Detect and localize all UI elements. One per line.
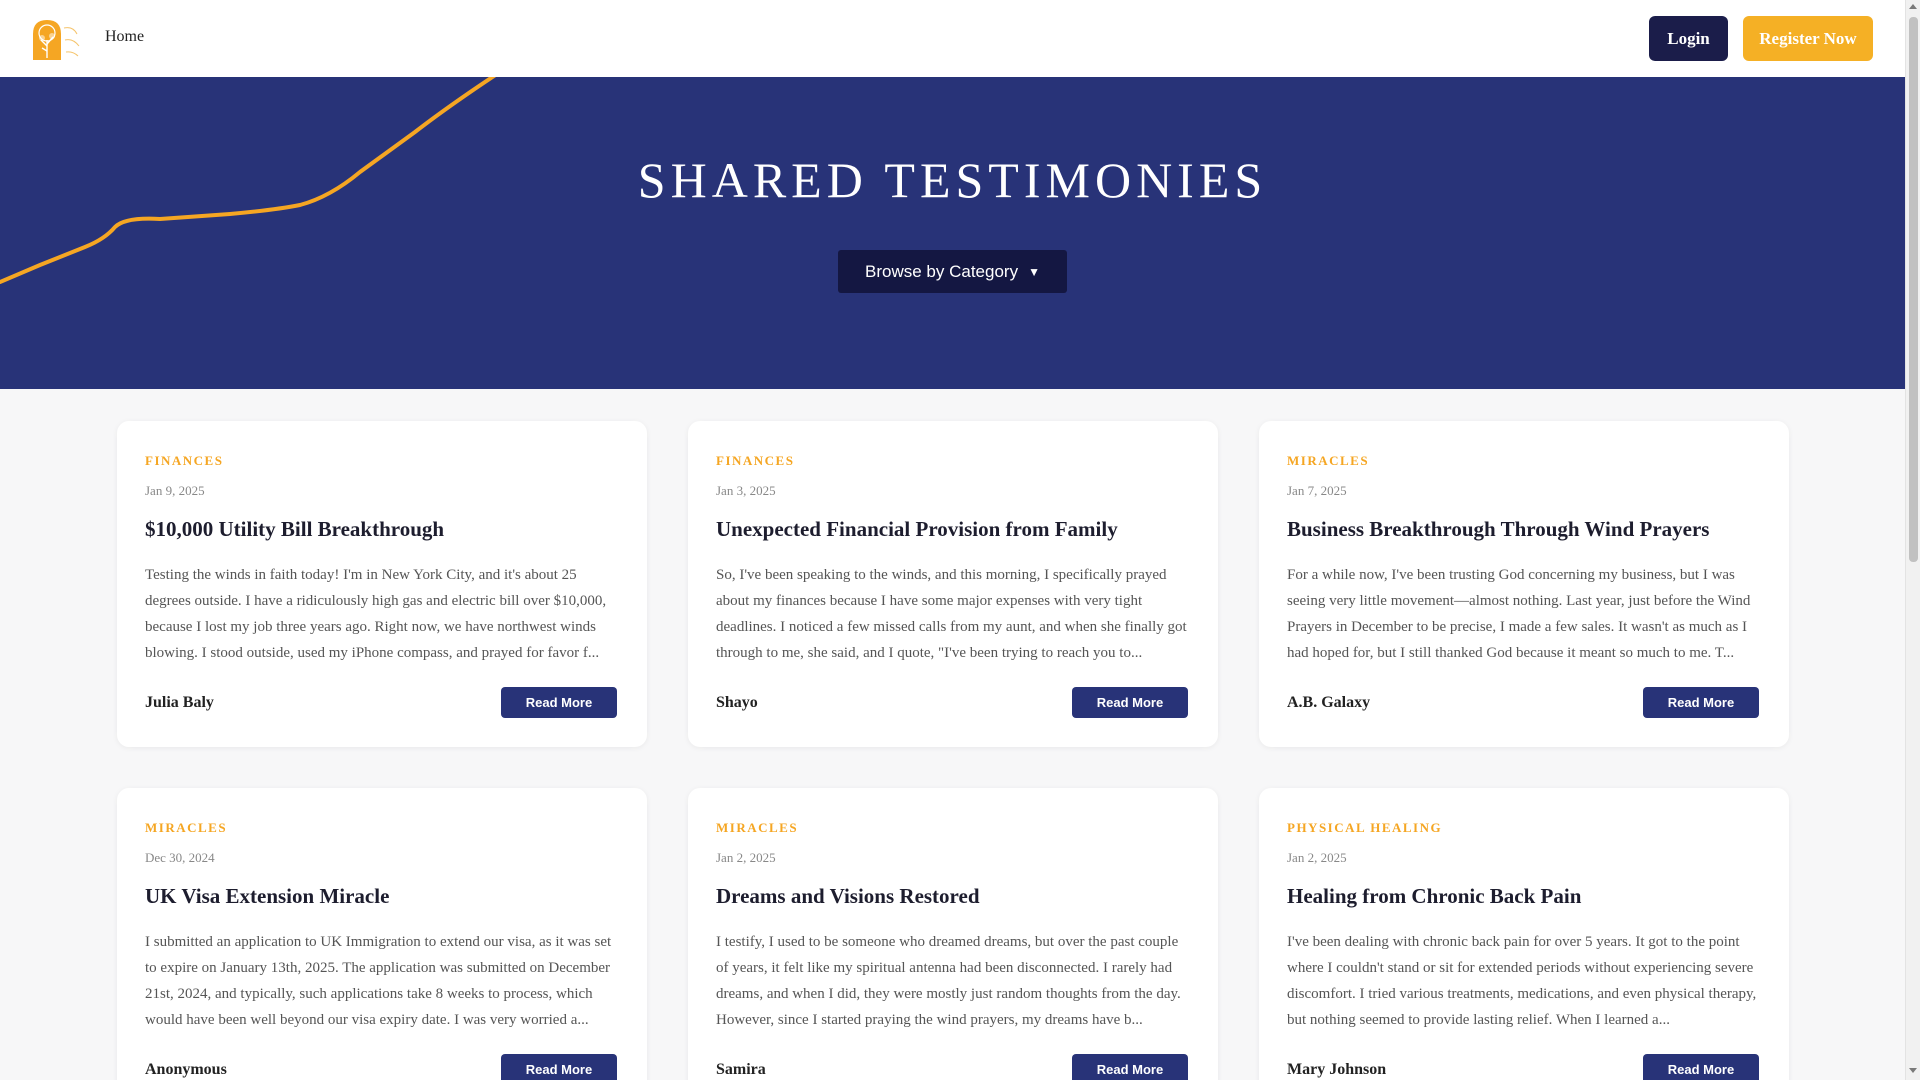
nav-home-link[interactable]: Home (105, 28, 144, 46)
post-date: Jan 7, 2025 (1287, 483, 1347, 498)
scrollbar-thumb[interactable] (1909, 17, 1918, 562)
register-now-button[interactable]: Register Now (1743, 16, 1873, 61)
category-label[interactable]: MIRACLES (716, 820, 798, 836)
testimony-excerpt: For a while now, I've been trusting God … (1287, 567, 1751, 661)
read-more-button[interactable]: Read More (1643, 687, 1759, 718)
testimony-card: FINANCES Jan 9, 2025 $10,000 Utility Bil… (117, 421, 647, 747)
read-more-button[interactable]: Read More (1072, 687, 1188, 718)
page-title: SHARED TESTIMONIES (637, 152, 1268, 208)
vertical-scrollbar[interactable] (1905, 0, 1920, 1080)
read-more-button[interactable]: Read More (1643, 1054, 1759, 1080)
author-name: Julia Baly (145, 694, 214, 711)
top-navigation-bar: Home Login Register Now (0, 0, 1905, 77)
category-label[interactable]: MIRACLES (145, 820, 227, 836)
category-label[interactable]: FINANCES (716, 453, 794, 469)
testimony-title[interactable]: Unexpected Financial Provision from Fami… (716, 517, 1196, 542)
decorative-curve-icon (0, 77, 497, 284)
post-date: Dec 30, 2024 (145, 850, 215, 865)
hero-banner: SHARED TESTIMONIES Browse by Category ▼ (0, 77, 1905, 389)
post-date: Jan 3, 2025 (716, 483, 776, 498)
category-label[interactable]: PHYSICAL HEALING (1287, 820, 1442, 836)
scroll-up-arrow-icon[interactable] (1909, 4, 1917, 9)
read-more-button[interactable]: Read More (501, 687, 617, 718)
category-label[interactable]: FINANCES (145, 453, 223, 469)
testimony-excerpt: Testing the winds in faith today! I'm in… (145, 567, 607, 661)
browse-by-category-dropdown[interactable]: Browse by Category ▼ (838, 250, 1067, 293)
post-date: Jan 2, 2025 (1287, 850, 1347, 865)
read-more-button[interactable]: Read More (501, 1054, 617, 1080)
scroll-down-arrow-icon[interactable] (1909, 1068, 1917, 1073)
testimony-card: MIRACLES Jan 7, 2025 Business Breakthrou… (1259, 421, 1789, 747)
post-date: Jan 9, 2025 (145, 483, 205, 498)
testimony-card: PHYSICAL HEALING Jan 2, 2025 Healing fro… (1259, 788, 1789, 1080)
author-name: Samira (716, 1061, 766, 1078)
testimony-card: MIRACLES Jan 2, 2025 Dreams and Visions … (688, 788, 1218, 1080)
author-name: Shayo (716, 694, 758, 711)
tree-logo-icon[interactable] (31, 18, 83, 60)
author-name: Anonymous (145, 1061, 227, 1078)
browse-label: Browse by Category (865, 261, 1019, 281)
post-date: Jan 2, 2025 (716, 850, 776, 865)
login-button[interactable]: Login (1649, 16, 1728, 61)
testimony-excerpt: I submitted an application to UK Immigra… (145, 934, 612, 1028)
testimony-card: MIRACLES Dec 30, 2024 UK Visa Extension … (117, 788, 647, 1080)
author-name: Mary Johnson (1287, 1061, 1387, 1078)
testimony-excerpt: I testify, I used to be someone who drea… (716, 934, 1181, 1028)
category-label[interactable]: MIRACLES (1287, 453, 1369, 469)
author-name: A.B. Galaxy (1287, 694, 1371, 711)
testimony-title[interactable]: Business Breakthrough Through Wind Praye… (1287, 517, 1767, 542)
testimony-title[interactable]: $10,000 Utility Bill Breakthrough (145, 517, 625, 542)
testimony-title[interactable]: Healing from Chronic Back Pain (1287, 884, 1767, 909)
read-more-button[interactable]: Read More (1072, 1054, 1188, 1080)
testimony-title[interactable]: UK Visa Extension Miracle (145, 884, 625, 909)
testimony-excerpt: I've been dealing with chronic back pain… (1287, 934, 1757, 1028)
testimony-title[interactable]: Dreams and Visions Restored (716, 884, 1196, 909)
chevron-down-icon: ▼ (1028, 264, 1040, 279)
testimony-card: FINANCES Jan 3, 2025 Unexpected Financia… (688, 421, 1218, 747)
testimony-excerpt: So, I've been speaking to the winds, and… (716, 567, 1187, 661)
